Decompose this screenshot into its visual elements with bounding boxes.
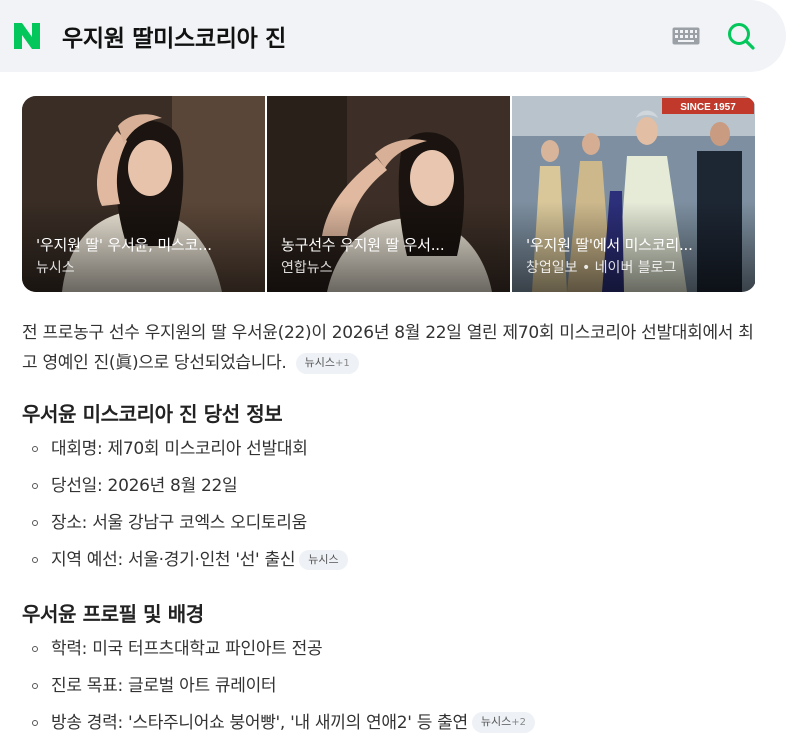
chip-extra: +1 <box>335 358 350 369</box>
bullet-icon <box>32 645 38 652</box>
chip-label: 뉴시스 <box>480 715 512 728</box>
image-caption: '우지원 딸' 우서윤, 미스코... <box>36 236 212 254</box>
bullet-icon <box>32 556 38 563</box>
bullet-icon <box>32 682 38 689</box>
bullet-icon <box>32 519 38 526</box>
image-card[interactable]: '우지원 딸' 우서윤, 미스코... 뉴시스 <box>22 96 265 292</box>
image-card[interactable]: 농구선수 우지원 딸 우서... 연합뉴스 <box>267 96 510 292</box>
chip-extra: +2 <box>511 717 526 728</box>
list-item-text: 지역 예선: 서울·경기·인천 '선' 출신 <box>51 549 296 570</box>
source-chip[interactable]: 뉴시스 <box>299 549 348 570</box>
list-item: 지역 예선: 서울·경기·인천 '선' 출신 뉴시스 <box>32 541 348 578</box>
image-strip: '우지원 딸' 우서윤, 미스코... 뉴시스 농구선수 우지원 딸 우서...… <box>22 96 756 292</box>
bullet-icon <box>32 719 38 726</box>
image-caption: '우지원 딸'에서 미스코리... <box>526 236 693 254</box>
list-item: 당선일: 2026년 8월 22일 <box>32 467 348 504</box>
bullet-icon <box>32 445 38 452</box>
naver-logo-icon[interactable] <box>12 21 42 51</box>
ai-summary: 전 프로농구 선수 우지원의 딸 우서윤(22)이 2026년 8월 22일 열… <box>22 318 762 378</box>
info-list: 대회명: 제70회 미스코리아 선발대회 당선일: 2026년 8월 22일 장… <box>32 430 348 578</box>
image-card[interactable]: SINCE 1957 '우지원 딸'에서 미스코리... 창업일보 • 네이버 … <box>512 96 755 292</box>
list-item-text: 대회명: 제70회 미스코리아 선발대회 <box>51 438 308 459</box>
list-item: 대회명: 제70회 미스코리아 선발대회 <box>32 430 348 467</box>
search-bar: 우지원 딸미스코리아 진 <box>0 0 786 72</box>
chip-label: 뉴시스 <box>304 356 336 369</box>
list-item: 학력: 미국 터프츠대학교 파인아트 전공 <box>32 630 535 667</box>
list-item: 방송 경력: '스타주니어쇼 붕어빵', '내 새끼의 연애2' 등 출연 뉴시스… <box>32 704 535 741</box>
image-caption: 농구선수 우지원 딸 우서... <box>281 236 445 254</box>
list-item-text: 진로 목표: 글로벌 아트 큐레이터 <box>51 675 277 696</box>
list-item-text: 장소: 서울 강남구 코엑스 오디토리움 <box>51 512 307 533</box>
bullet-icon <box>32 482 38 489</box>
list-item-text: 방송 경력: '스타주니어쇼 붕어빵', '내 새끼의 연애2' 등 출연 <box>51 712 468 733</box>
list-item: 장소: 서울 강남구 코엑스 오디토리움 <box>32 504 348 541</box>
source-chip[interactable]: 뉴시스+2 <box>471 712 535 733</box>
list-item: 진로 목표: 글로벌 아트 큐레이터 <box>32 667 535 704</box>
list-item-text: 당선일: 2026년 8월 22일 <box>51 475 238 496</box>
section-title: 우서윤 프로필 및 배경 <box>22 602 204 626</box>
image-source: 뉴시스 <box>36 260 75 276</box>
summary-text: 전 프로농구 선수 우지원의 딸 우서윤(22)이 2026년 8월 22일 열… <box>22 323 754 373</box>
search-query[interactable]: 우지원 딸미스코리아 진 <box>62 19 672 53</box>
image-source: 연합뉴스 <box>281 260 333 276</box>
search-icon[interactable] <box>726 21 756 51</box>
banner-text: SINCE 1957 <box>680 102 736 113</box>
section-title: 우서윤 미스코리아 진 당선 정보 <box>22 402 283 426</box>
keyboard-icon[interactable] <box>672 27 700 45</box>
source-chip[interactable]: 뉴시스+1 <box>295 353 359 374</box>
list-item-text: 학력: 미국 터프츠대학교 파인아트 전공 <box>51 638 323 659</box>
image-source: 창업일보 • 네이버 블로그 <box>526 260 677 276</box>
profile-list: 학력: 미국 터프츠대학교 파인아트 전공 진로 목표: 글로벌 아트 큐레이터… <box>32 630 535 741</box>
